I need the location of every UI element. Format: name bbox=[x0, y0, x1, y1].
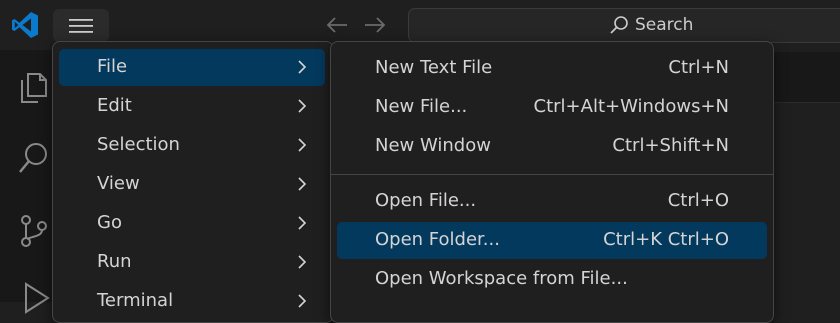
menu-item-label: File bbox=[97, 56, 128, 77]
source-control-icon[interactable] bbox=[14, 210, 54, 250]
chevron-right-icon bbox=[298, 60, 307, 74]
submenu-item-label: New Window bbox=[375, 135, 491, 156]
files-icon[interactable] bbox=[14, 66, 54, 106]
menu-item-label: Run bbox=[97, 251, 132, 272]
editor-tab-strip bbox=[770, 52, 840, 103]
menu-item-file[interactable]: File bbox=[59, 49, 325, 86]
submenu-item-label: New File... bbox=[375, 96, 468, 117]
command-center-search[interactable]: Search bbox=[408, 8, 840, 43]
application-menu-button[interactable] bbox=[53, 9, 109, 42]
menu-item-edit[interactable]: Edit bbox=[59, 88, 325, 125]
search-view-icon[interactable] bbox=[14, 138, 54, 178]
menu-item-label: Terminal bbox=[97, 290, 174, 311]
menu-item-label: Go bbox=[97, 212, 122, 233]
menu-separator bbox=[331, 174, 773, 175]
submenu-item-open-folder[interactable]: Open Folder... Ctrl+K Ctrl+O bbox=[337, 222, 767, 259]
submenu-item-label: Open Workspace from File... bbox=[375, 268, 628, 289]
file-submenu: New Text File Ctrl+N New File... Ctrl+Al… bbox=[330, 41, 774, 323]
keyboard-shortcut: Ctrl+N bbox=[668, 57, 729, 78]
back-button[interactable] bbox=[324, 12, 350, 38]
submenu-item-label: Open File... bbox=[375, 190, 477, 211]
submenu-item-label: New Text File bbox=[375, 57, 493, 78]
menu-item-selection[interactable]: Selection bbox=[59, 127, 325, 164]
submenu-item-open-file[interactable]: Open File... Ctrl+O bbox=[337, 183, 767, 220]
submenu-item-new-window[interactable]: New Window Ctrl+Shift+N bbox=[337, 128, 767, 165]
search-icon bbox=[610, 16, 628, 34]
menu-item-label: View bbox=[97, 173, 140, 194]
run-debug-icon[interactable] bbox=[14, 278, 54, 318]
chevron-right-icon bbox=[298, 99, 307, 113]
keyboard-shortcut: Ctrl+K Ctrl+O bbox=[603, 229, 729, 250]
menu-item-go[interactable]: Go bbox=[59, 205, 325, 242]
submenu-item-open-workspace-from-file[interactable]: Open Workspace from File... bbox=[337, 261, 767, 298]
chevron-right-icon bbox=[298, 177, 307, 191]
keyboard-shortcut: Ctrl+Alt+Windows+N bbox=[533, 96, 729, 117]
chevron-right-icon bbox=[298, 255, 307, 269]
arrow-left-icon bbox=[326, 17, 347, 33]
chevron-right-icon bbox=[298, 216, 307, 230]
search-label: Search bbox=[635, 15, 694, 35]
hamburger-icon bbox=[69, 18, 93, 33]
application-menu: File Edit Selection View Go Run Terminal bbox=[52, 41, 334, 323]
arrow-right-icon bbox=[365, 17, 386, 33]
keyboard-shortcut: Ctrl+O bbox=[667, 190, 729, 211]
forward-button[interactable] bbox=[362, 12, 388, 38]
submenu-item-label: Open Folder... bbox=[375, 229, 500, 250]
menu-item-label: Edit bbox=[97, 95, 132, 116]
chevron-right-icon bbox=[298, 138, 307, 152]
submenu-item-new-text-file[interactable]: New Text File Ctrl+N bbox=[337, 50, 767, 87]
chevron-right-icon bbox=[298, 294, 307, 308]
menu-item-view[interactable]: View bbox=[59, 166, 325, 203]
keyboard-shortcut: Ctrl+Shift+N bbox=[612, 135, 729, 156]
submenu-item-new-file[interactable]: New File... Ctrl+Alt+Windows+N bbox=[337, 89, 767, 126]
menu-item-label: Selection bbox=[97, 134, 180, 155]
menu-item-run[interactable]: Run bbox=[59, 244, 325, 281]
vscode-logo bbox=[12, 12, 38, 38]
